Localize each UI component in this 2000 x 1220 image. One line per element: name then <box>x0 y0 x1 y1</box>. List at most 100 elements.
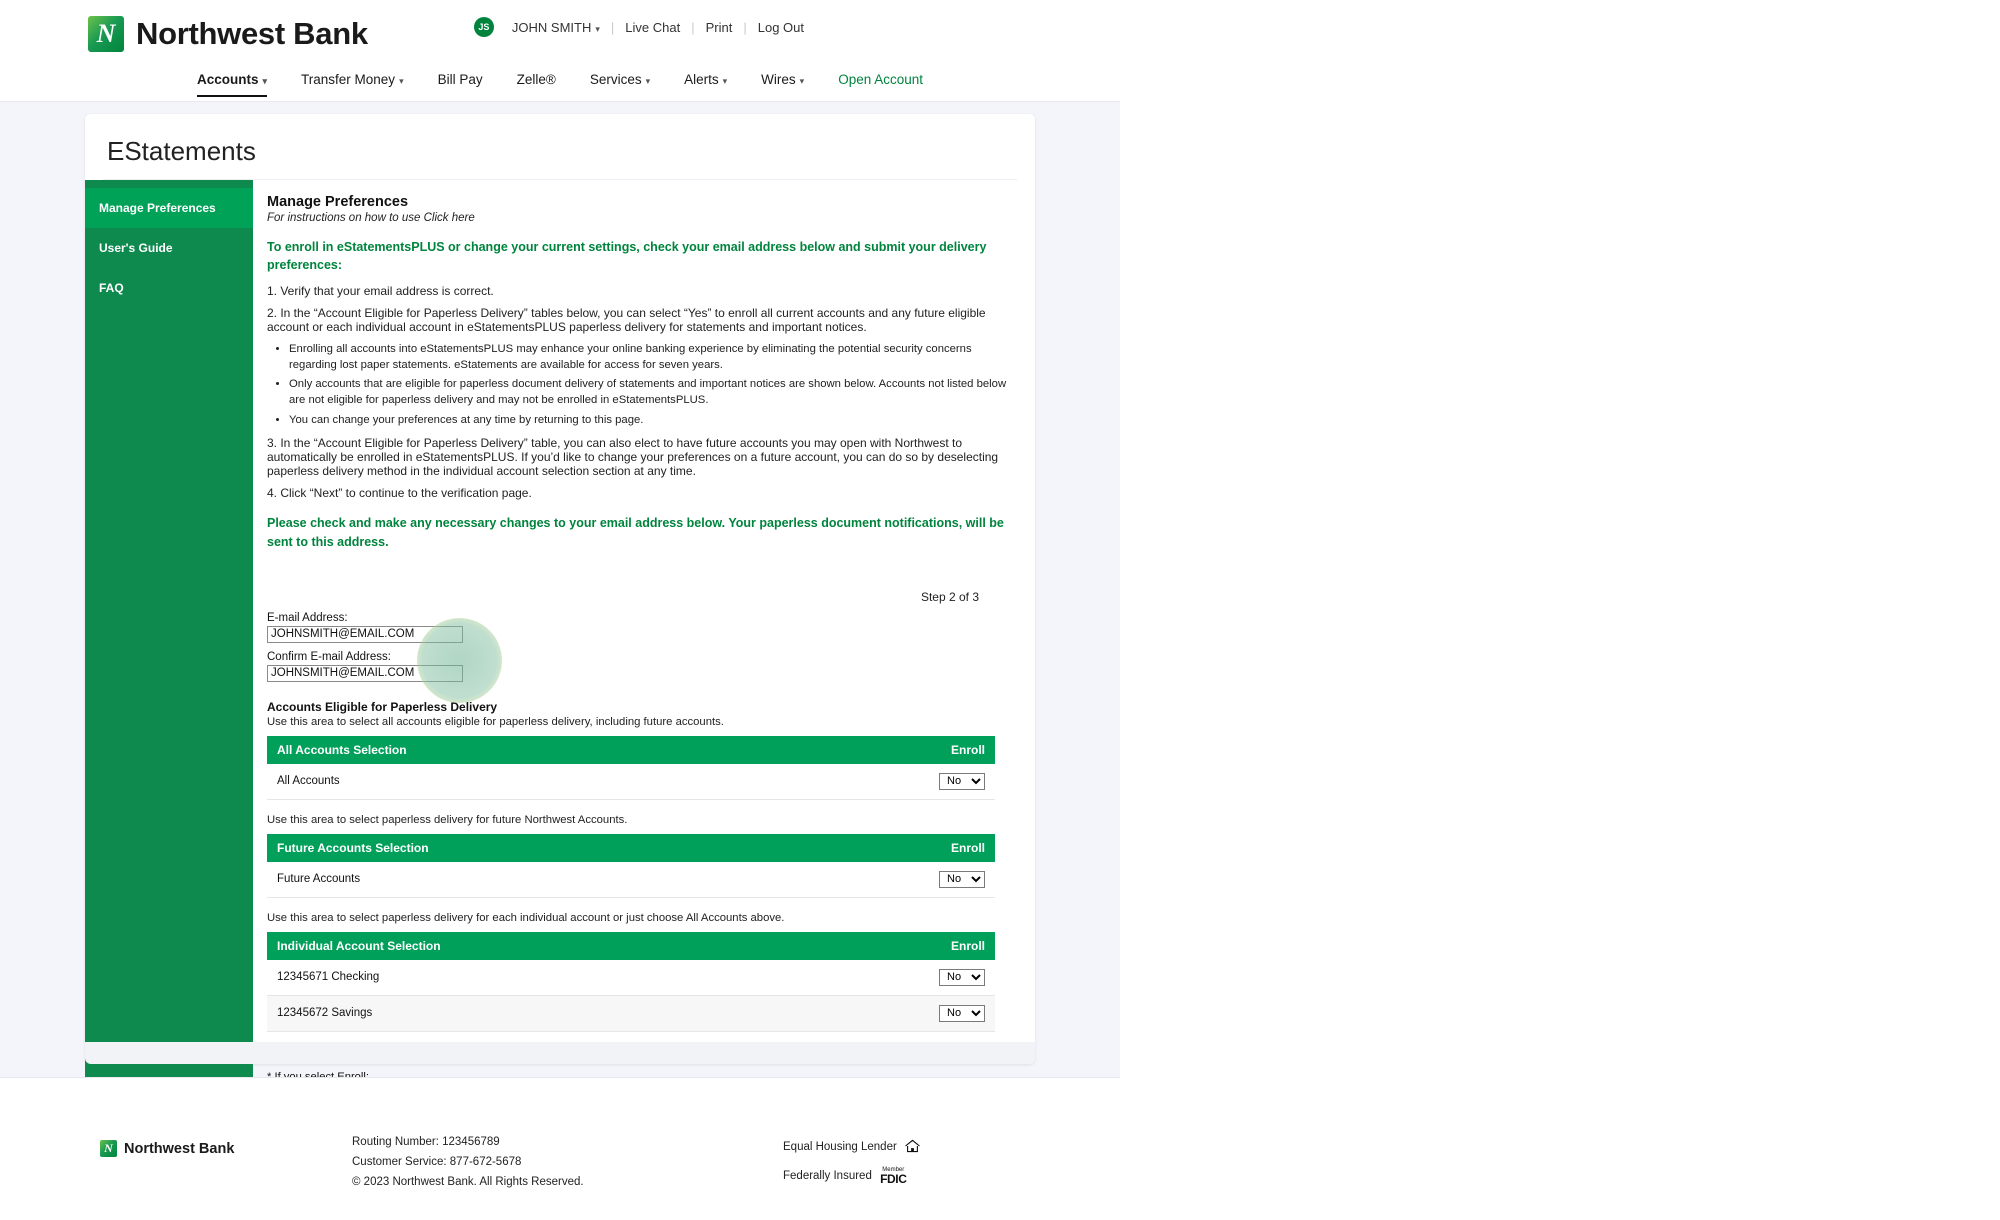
fdic-text: FDIC <box>880 1173 906 1185</box>
customer-service: Customer Service: 877-672-5678 <box>352 1153 584 1173</box>
nav-item-label: Open Account <box>838 72 923 87</box>
table-row: All Accounts NoYes <box>267 764 995 800</box>
empty-right-area <box>1120 0 2000 1220</box>
nav-item-label: Wires <box>761 72 796 87</box>
enroll-note-part1: To enroll in eStatementsPLUS or change y… <box>267 240 643 254</box>
table-header-row: Individual Account SelectionEnroll <box>267 932 995 960</box>
nav-item-label: Alerts <box>684 72 719 87</box>
sidebar-item-manage-preferences[interactable]: Manage Preferences <box>85 188 253 228</box>
equal-housing-row: Equal Housing Lender <box>783 1133 921 1162</box>
instruction-step-3: 3. In the “Account Eligible for Paperles… <box>267 436 1007 478</box>
accounts-table: All Accounts SelectionEnrollAll Accounts… <box>267 736 995 800</box>
email-input[interactable] <box>267 626 463 643</box>
routing-number: Routing Number: 123456789 <box>352 1133 584 1153</box>
brand-logo[interactable]: N Northwest Bank <box>88 16 368 52</box>
sidebar-item-user-s-guide[interactable]: User's Guide <box>85 228 253 268</box>
enroll-select[interactable]: NoYes <box>939 773 985 790</box>
logo-letter: N <box>88 16 124 52</box>
estatements-card: EStatements Manage Preferences User's Gui… <box>85 114 1035 1064</box>
chevron-down-icon: ▾ <box>800 76 805 86</box>
nav-item-zelle[interactable]: Zelle® <box>500 68 573 98</box>
chevron-down-icon: ▾ <box>399 76 404 86</box>
check-email-link[interactable]: check your email address below <box>643 240 835 254</box>
account-label: 12345671 Checking <box>267 960 802 996</box>
nav-item-transfer-money[interactable]: Transfer Money▾ <box>284 68 421 98</box>
table-row: Future Accounts NoYes <box>267 862 995 898</box>
nav-item-label: Services <box>590 72 642 87</box>
table-header-title: Future Accounts Selection <box>267 834 793 862</box>
user-menu[interactable]: JOHN SMITH▾ <box>501 20 611 35</box>
table-row: 12345672 Savings NoYes <box>267 995 995 1031</box>
account-label: All Accounts <box>267 764 772 800</box>
sidebar-item-label: User's Guide <box>99 241 173 255</box>
nav-item-bill-pay[interactable]: Bill Pay <box>421 68 500 98</box>
footer-contact-info: Routing Number: 123456789 Customer Servi… <box>352 1133 584 1192</box>
instruction-step-2: 2. In the “Account Eligible for Paperles… <box>267 306 1007 334</box>
avatar: JS <box>474 17 494 37</box>
nav-item-services[interactable]: Services ▾ <box>573 68 667 98</box>
copyright: © 2023 Northwest Bank. All Rights Reserv… <box>352 1173 584 1193</box>
footer-brand-name: Northwest Bank <box>124 1141 234 1157</box>
main-nav: Accounts▾Transfer Money▾Bill PayZelle®Se… <box>0 68 1120 102</box>
instruction-bullets: Enrolling all accounts into eStatementsP… <box>267 342 1007 428</box>
chevron-down-icon: ▾ <box>595 24 600 34</box>
log-out-link[interactable]: Log Out <box>747 20 815 35</box>
site-footer: N Northwest Bank Routing Number: 1234567… <box>0 1077 1120 1220</box>
instruction-bullet: Enrolling all accounts into eStatementsP… <box>289 342 1007 373</box>
enroll-select[interactable]: NoYes <box>939 1005 985 1022</box>
confirm-email-input[interactable] <box>267 665 463 682</box>
print-link[interactable]: Print <box>695 20 744 35</box>
page-title: EStatements <box>85 114 1035 179</box>
instructions-text: For instructions on how to use <box>267 212 424 224</box>
footer-logo[interactable]: N Northwest Bank <box>100 1140 234 1157</box>
email-label: E-mail Address: <box>267 612 1007 624</box>
instruction-step-1: 1. Verify that your email address is cor… <box>267 284 1007 298</box>
enroll-select[interactable]: NoYes <box>939 871 985 888</box>
card-footer-strip <box>85 1042 1035 1064</box>
table-header-row: Future Accounts SelectionEnroll <box>267 834 995 862</box>
northwest-logo-icon: N <box>88 16 124 52</box>
accounts-table: Individual Account SelectionEnroll123456… <box>267 932 995 1032</box>
chevron-down-icon: ▾ <box>646 76 651 86</box>
table-header-title: Individual Account Selection <box>267 932 802 960</box>
site-header: N Northwest Bank JS JOHN SMITH▾ | Live C… <box>0 0 1120 68</box>
equal-housing-icon <box>904 1139 921 1153</box>
nav-item-label: Accounts <box>197 72 259 87</box>
nav-item-label: Bill Pay <box>438 72 483 87</box>
sidebar-item-label: Manage Preferences <box>99 201 216 215</box>
enroll-cell: NoYes <box>802 995 995 1031</box>
northwest-logo-icon: N <box>100 1140 117 1157</box>
instruction-step-4: 4. Click “Next” to continue to the verif… <box>267 486 1007 500</box>
email-section: E-mail Address: Confirm E-mail Address: <box>267 612 1007 682</box>
live-chat-link[interactable]: Live Chat <box>614 20 691 35</box>
sidebar-item-faq[interactable]: FAQ <box>85 268 253 308</box>
table-header-title: All Accounts Selection <box>267 736 772 764</box>
nav-item-wires[interactable]: Wires ▾ <box>744 68 821 98</box>
nav-item-alerts[interactable]: Alerts▾ <box>667 68 744 98</box>
sidebar-item-label: FAQ <box>99 281 124 295</box>
footer-compliance: Equal Housing Lender Federally Insured M… <box>783 1133 921 1191</box>
account-label: 12345672 Savings <box>267 995 802 1031</box>
table-row: 12345671 Checking NoYes <box>267 960 995 996</box>
click-here-link[interactable]: Click here <box>424 212 475 224</box>
individual-accounts-desc: Use this area to select paperless delive… <box>267 912 1007 924</box>
nav-item-accounts[interactable]: Accounts▾ <box>180 68 284 98</box>
confirm-email-label: Confirm E-mail Address: <box>267 651 1007 663</box>
section-heading: Manage Preferences <box>267 194 1007 210</box>
federally-insured-row: Federally Insured Member FDIC <box>783 1162 921 1191</box>
future-accounts-desc: Use this area to select paperless delive… <box>267 814 1007 826</box>
account-tables: All Accounts SelectionEnrollAll Accounts… <box>267 736 1007 1032</box>
accounts-table: Future Accounts SelectionEnrollFuture Ac… <box>267 834 995 898</box>
enroll-cell: NoYes <box>802 960 995 996</box>
nav-item-open-account[interactable]: Open Account <box>821 68 940 98</box>
nav-item-label: Zelle® <box>517 72 556 87</box>
enroll-note: To enroll in eStatementsPLUS or change y… <box>267 238 1007 274</box>
enroll-select[interactable]: NoYes <box>939 969 985 986</box>
utility-nav: JS JOHN SMITH▾ | Live Chat | Print | Log… <box>474 17 815 37</box>
federally-insured-label: Federally Insured <box>783 1170 872 1182</box>
instructions-line: For instructions on how to use Click her… <box>267 212 1007 224</box>
eligible-accounts-title: Accounts Eligible for Paperless Delivery <box>267 700 1007 714</box>
account-label: Future Accounts <box>267 862 793 898</box>
chevron-down-icon: ▾ <box>262 76 267 86</box>
table-header-enroll: Enroll <box>772 736 995 764</box>
